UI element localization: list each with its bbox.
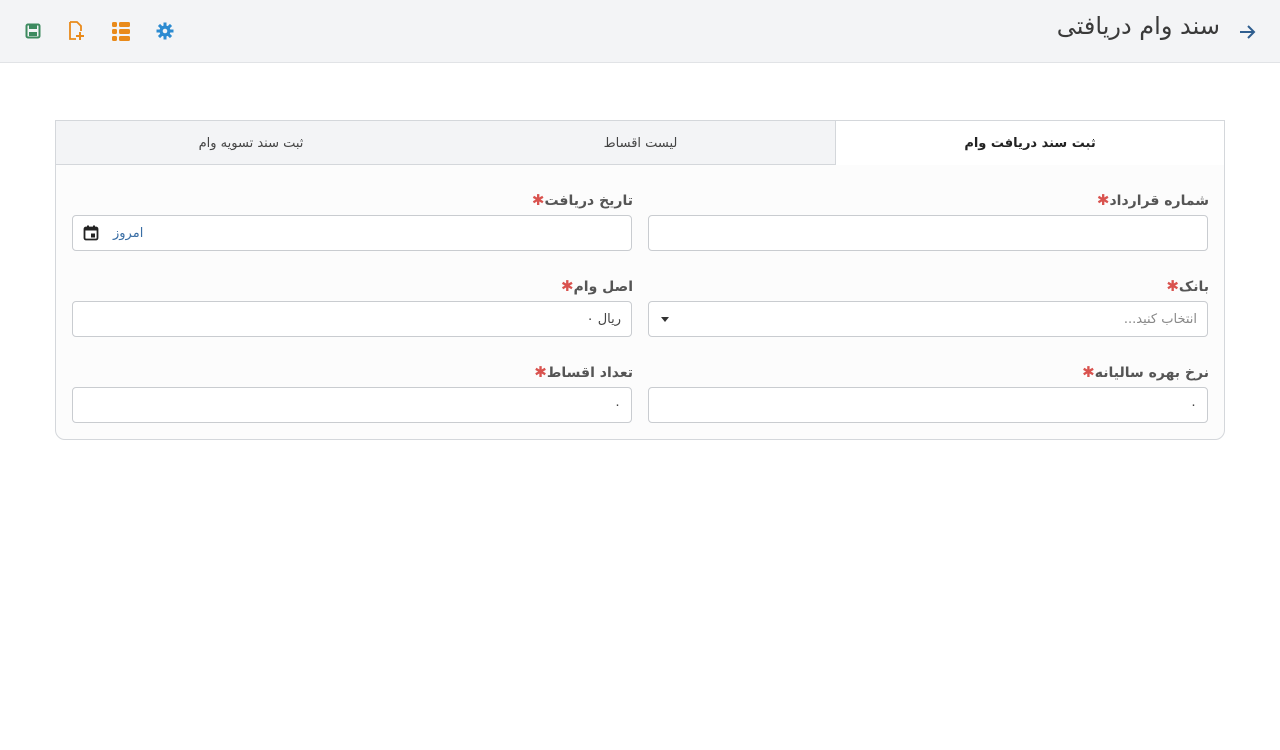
required-mark: ✱	[531, 191, 545, 209]
installments-label: تعداد اقساط✱	[534, 363, 633, 381]
bank-select-placeholder: انتخاب کنید...	[1123, 311, 1197, 327]
top-bar: سند وام دریافتی	[0, 0, 1280, 63]
annual-rate-input[interactable]: ۰	[648, 387, 1208, 423]
required-mark: ✱	[560, 277, 574, 295]
arrow-right-icon	[1240, 25, 1256, 39]
receive-date-input[interactable]: امروز	[72, 215, 632, 251]
receive-date-value: امروز	[113, 225, 144, 241]
installments-input[interactable]: ۰	[72, 387, 632, 423]
bank-label: بانک✱	[1166, 277, 1209, 295]
settings-button[interactable]	[152, 18, 178, 44]
principal-label: اصل وام✱	[560, 277, 633, 295]
chevron-down-icon	[661, 317, 669, 322]
required-mark: ✱	[1096, 191, 1110, 209]
add-document-icon	[69, 21, 84, 40]
loan-form-card: ثبت سند دریافت وام لیست اقساط ثبت سند تس…	[55, 120, 1225, 440]
tab-bar: ثبت سند دریافت وام لیست اقساط ثبت سند تس…	[56, 121, 1224, 165]
receive-date-label: تاریخ دریافت✱	[531, 191, 633, 209]
list-button[interactable]	[108, 18, 134, 44]
list-icon	[112, 22, 130, 41]
save-button[interactable]	[20, 18, 46, 44]
contract-number-label: شماره قرارداد✱	[1096, 191, 1209, 209]
required-mark: ✱	[534, 363, 547, 381]
tab-installments[interactable]: لیست اقساط	[446, 121, 835, 165]
add-document-button[interactable]	[63, 18, 89, 44]
tab-receive-loan[interactable]: ثبت سند دریافت وام	[835, 121, 1224, 165]
required-mark: ✱	[1166, 277, 1179, 295]
page-title: سند وام دریافتی	[1056, 12, 1220, 40]
tab-settle-loan[interactable]: ثبت سند تسویه وام	[56, 121, 446, 165]
annual-rate-label: نرخ بهره سالیانه✱	[1082, 363, 1209, 381]
calendar-icon[interactable]	[83, 225, 99, 241]
required-mark: ✱	[1082, 363, 1095, 381]
settings-icon	[156, 22, 174, 40]
contract-number-input[interactable]	[648, 215, 1208, 251]
bank-select[interactable]: انتخاب کنید...	[648, 301, 1208, 337]
back-button[interactable]	[1234, 19, 1260, 45]
save-icon	[25, 23, 41, 39]
principal-input[interactable]: ریال ۰	[72, 301, 632, 337]
